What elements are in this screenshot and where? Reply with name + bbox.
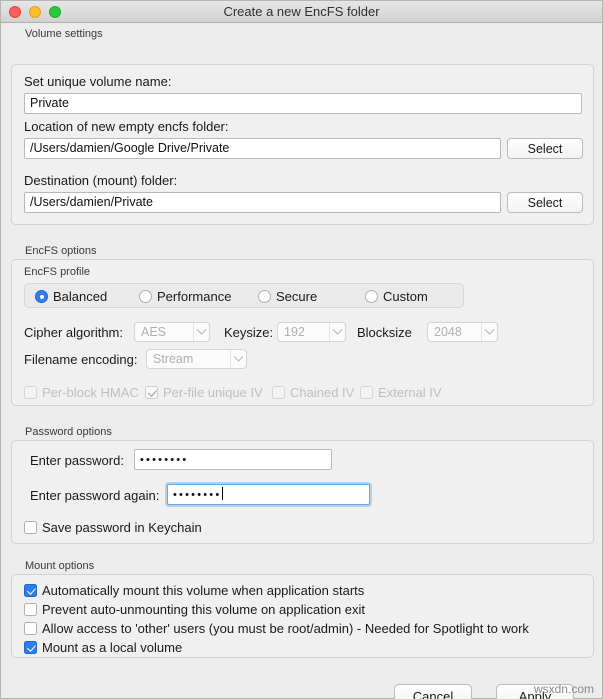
volume-settings-group: Set unique volume name: Private Location… xyxy=(11,64,594,225)
blocksize-select[interactable]: 2048 xyxy=(427,322,498,342)
flag-label-chained-iv: Chained IV xyxy=(290,385,355,400)
profile-radio-performance[interactable]: Performance xyxy=(139,289,231,304)
dialog-body: Volume settings Set unique volume name: … xyxy=(1,23,602,699)
chevron-down-icon xyxy=(329,323,345,341)
mount-option-label-allow-other-users: Allow access to 'other' users (you must … xyxy=(42,621,529,636)
checkbox-chained-iv-icon[interactable] xyxy=(272,386,285,399)
mount-option-auto-mount[interactable]: Automatically mount this volume when app… xyxy=(24,583,364,598)
checkbox-per-file-unique-iv-icon[interactable] xyxy=(145,386,158,399)
mount-option-label-local-volume: Mount as a local volume xyxy=(42,640,183,655)
text-caret xyxy=(222,487,224,500)
enter-password-again-input[interactable]: •••••••• xyxy=(165,482,372,507)
title-bar: Create a new EncFS folder xyxy=(1,1,602,23)
watermark: wsxdn.com xyxy=(533,682,594,696)
radio-performance-icon[interactable] xyxy=(139,290,152,303)
chevron-down-icon xyxy=(193,323,209,341)
volume-name-input[interactable]: Private xyxy=(24,93,582,114)
profile-label-custom: Custom xyxy=(383,289,428,304)
encfs-profile-group: Balanced Performance Secure Custom xyxy=(24,283,464,308)
mount-options-label: Mount options xyxy=(25,560,95,572)
mount-option-label-prevent-unmount: Prevent auto-unmounting this volume on a… xyxy=(42,602,366,617)
blocksize-value: 2048 xyxy=(434,325,462,339)
radio-secure-icon[interactable] xyxy=(258,290,271,303)
keysize-label: Keysize: xyxy=(224,325,274,340)
flag-label-per-file-unique-iv: Per-file unique IV xyxy=(163,385,263,400)
profile-radio-balanced[interactable]: Balanced xyxy=(35,289,107,304)
enter-password-value: •••••••• xyxy=(140,454,189,466)
dialog-window: Create a new EncFS folder Volume setting… xyxy=(0,0,603,699)
chevron-down-icon xyxy=(230,350,246,368)
volume-settings-label: Volume settings xyxy=(25,28,103,40)
destination-label: Destination (mount) folder: xyxy=(24,173,178,188)
keysize-select[interactable]: 192 xyxy=(277,322,346,342)
filename-encoding-select[interactable]: Stream xyxy=(146,349,247,369)
mount-option-prevent-unmount[interactable]: Prevent auto-unmounting this volume on a… xyxy=(24,602,365,617)
checkbox-save-keychain-icon[interactable] xyxy=(24,521,37,534)
checkbox-auto-mount-icon[interactable] xyxy=(24,584,37,597)
enter-password-again-value: •••••••• xyxy=(173,489,222,501)
blocksize-label: Blocksize xyxy=(357,325,412,340)
mount-option-label-auto-mount: Automatically mount this volume when app… xyxy=(42,583,365,598)
enter-password-label: Enter password: xyxy=(30,453,124,468)
profile-label-secure: Secure xyxy=(276,289,318,304)
destination-select-button[interactable]: Select xyxy=(507,192,583,213)
location-label: Location of new empty encfs folder: xyxy=(24,119,229,134)
checkbox-local-volume-icon[interactable] xyxy=(24,641,37,654)
encfs-options-label: EncFS options xyxy=(25,245,97,257)
chevron-down-icon xyxy=(481,323,497,341)
password-options-group: Enter password: •••••••• Enter password … xyxy=(11,440,594,544)
filename-encoding-label: Filename encoding: xyxy=(24,352,138,367)
cipher-value: AES xyxy=(141,325,167,339)
cipher-select[interactable]: AES xyxy=(134,322,210,342)
cancel-button[interactable]: Cancel xyxy=(394,684,472,699)
checkbox-per-block-hmac-icon[interactable] xyxy=(24,386,37,399)
checkbox-external-iv-icon[interactable] xyxy=(360,386,373,399)
radio-custom-icon[interactable] xyxy=(365,290,378,303)
volume-name-label: Set unique volume name: xyxy=(24,74,172,89)
flag-per-file-unique-iv[interactable]: Per-file unique IV xyxy=(145,385,263,400)
cipher-label: Cipher algorithm: xyxy=(24,325,123,340)
checkbox-prevent-unmount-icon[interactable] xyxy=(24,603,37,616)
profile-radio-custom[interactable]: Custom xyxy=(365,289,428,304)
encfs-profile-label: EncFS profile xyxy=(24,266,91,278)
flag-per-block-hmac[interactable]: Per-block HMAC xyxy=(24,385,139,400)
encfs-options-group: EncFS profile Balanced Performance Secur… xyxy=(11,259,594,406)
flag-chained-iv[interactable]: Chained IV xyxy=(272,385,354,400)
profile-radio-secure[interactable]: Secure xyxy=(258,289,317,304)
checkbox-allow-other-users-icon[interactable] xyxy=(24,622,37,635)
flag-external-iv[interactable]: External IV xyxy=(360,385,442,400)
flag-label-external-iv: External IV xyxy=(378,385,442,400)
enter-password-input[interactable]: •••••••• xyxy=(134,449,332,470)
destination-input[interactable]: /Users/damien/Private xyxy=(24,192,501,213)
window-title: Create a new EncFS folder xyxy=(223,3,380,19)
enter-password-again-label: Enter password again: xyxy=(30,488,160,503)
profile-label-performance: Performance xyxy=(157,289,232,304)
profile-label-balanced: Balanced xyxy=(53,289,108,304)
flag-label-per-block-hmac: Per-block HMAC xyxy=(42,385,139,400)
mount-option-allow-other-users[interactable]: Allow access to 'other' users (you must … xyxy=(24,621,529,636)
radio-balanced-icon[interactable] xyxy=(35,290,48,303)
location-input[interactable]: /Users/damien/Google Drive/Private xyxy=(24,138,501,159)
location-select-button[interactable]: Select xyxy=(507,138,583,159)
mount-option-local-volume[interactable]: Mount as a local volume xyxy=(24,640,182,655)
mount-options-group: Automatically mount this volume when app… xyxy=(11,574,594,658)
keysize-value: 192 xyxy=(284,325,305,339)
save-password-keychain-row[interactable]: Save password in Keychain xyxy=(24,520,202,535)
filename-encoding-value: Stream xyxy=(153,352,194,366)
save-password-keychain-label: Save password in Keychain xyxy=(42,520,202,535)
password-options-label: Password options xyxy=(25,426,112,438)
